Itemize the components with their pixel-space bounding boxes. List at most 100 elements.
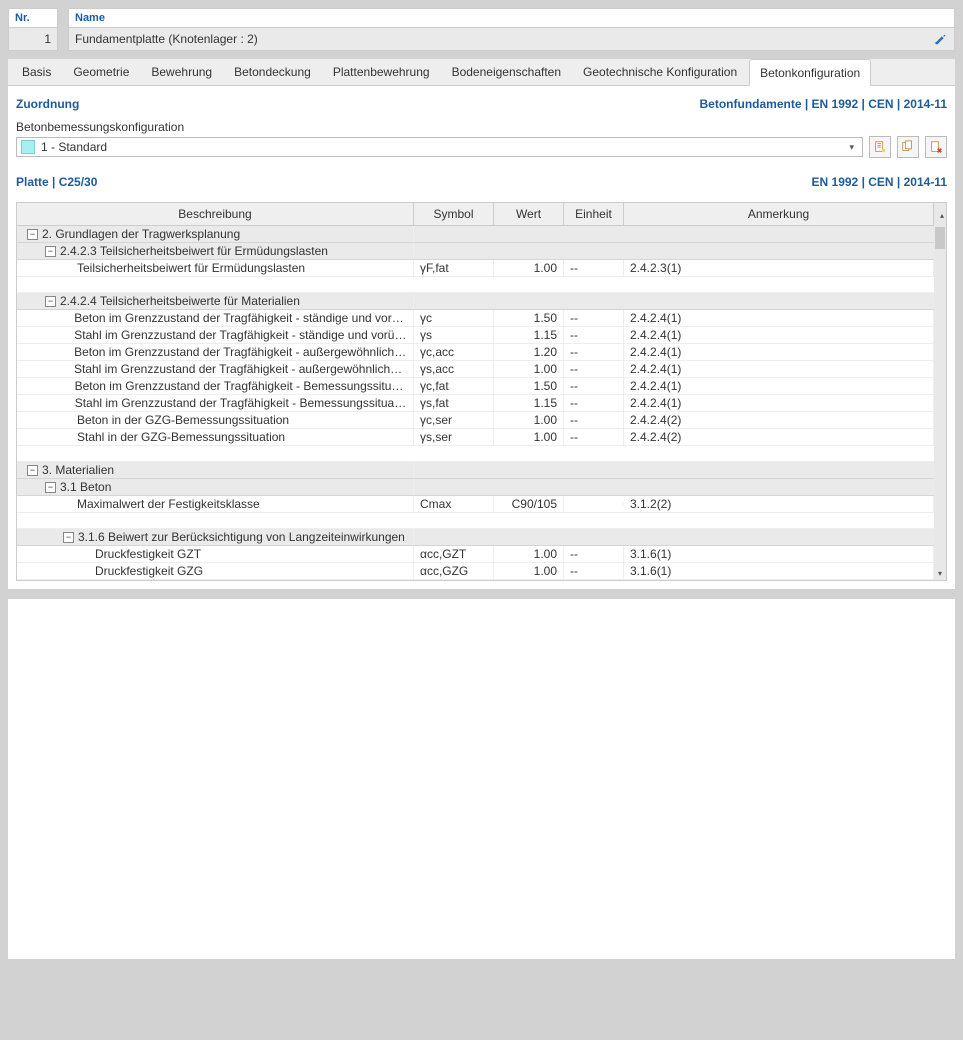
cell-beschreibung: Stahl im Grenzzustand der Tragfähigkeit … xyxy=(17,361,414,377)
data-row[interactable]: Stahl in der GZG-Bemessungssituationγs,s… xyxy=(17,429,946,446)
cell-wert xyxy=(494,486,564,488)
data-row[interactable]: Stahl im Grenzzustand der Tragfähigkeit … xyxy=(17,361,946,378)
data-row[interactable]: Teilsicherheitsbeiwert für Ermüdungslast… xyxy=(17,260,946,277)
data-row[interactable]: Maximalwert der FestigkeitsklasseCmaxC90… xyxy=(17,496,946,513)
collapse-toggle[interactable]: − xyxy=(27,465,38,476)
cell-wert[interactable]: 1.00 xyxy=(494,563,564,579)
name-value[interactable]: Fundamentplatte (Knotenlager : 2) xyxy=(69,28,930,50)
tab-betondeckung[interactable]: Betondeckung xyxy=(224,59,321,85)
cell-anmerkung: 2.4.2.4(1) xyxy=(624,378,934,394)
cell-wert[interactable]: 1.15 xyxy=(494,395,564,411)
row-label: 2. Grundlagen der Tragwerksplanung xyxy=(42,227,240,241)
name-label: Name xyxy=(69,9,954,27)
cell-wert[interactable]: 1.15 xyxy=(494,327,564,343)
config-dropdown[interactable]: 1 - Standard ▾ xyxy=(16,137,863,157)
data-row[interactable]: Beton im Grenzzustand der Tragfähigkeit … xyxy=(17,344,946,361)
cell-anmerkung: 2.4.2.4(1) xyxy=(624,395,934,411)
edit-name-button[interactable] xyxy=(930,29,952,49)
cell-wert[interactable]: 1.00 xyxy=(494,546,564,562)
group-row[interactable]: −3.1 Beton xyxy=(17,479,946,496)
cell-beschreibung: Beton im Grenzzustand der Tragfähigkeit … xyxy=(17,344,414,360)
cell-beschreibung: Stahl im Grenzzustand der Tragfähigkeit … xyxy=(17,327,414,343)
collapse-toggle[interactable]: − xyxy=(63,532,74,543)
cell-wert[interactable]: 1.50 xyxy=(494,378,564,394)
scroll-gutter-header: ▴ xyxy=(934,203,946,225)
cell-wert xyxy=(494,233,564,235)
cell-anmerkung: 2.4.2.4(1) xyxy=(624,344,934,360)
cell-wert xyxy=(494,536,564,538)
cell-einheit: -- xyxy=(564,361,624,377)
scrollbar-thumb[interactable] xyxy=(935,227,945,249)
lower-blank-panel xyxy=(8,599,955,959)
nr-value[interactable]: 1 xyxy=(9,28,57,50)
app-container: Nr. 1 Name Fundamentplatte (Knotenlager … xyxy=(0,0,963,967)
data-row[interactable]: Stahl im Grenzzustand der Tragfähigkeit … xyxy=(17,395,946,412)
col-wert[interactable]: Wert xyxy=(494,203,564,225)
col-einheit[interactable]: Einheit xyxy=(564,203,624,225)
cell-wert[interactable]: 1.00 xyxy=(494,412,564,428)
collapse-toggle[interactable]: − xyxy=(27,229,38,240)
data-grid: Beschreibung Symbol Wert Einheit Anmerku… xyxy=(16,202,947,581)
config-label: Betonbemessungskonfiguration xyxy=(16,120,947,134)
cell-wert xyxy=(494,469,564,471)
cell-wert[interactable]: C90/105 xyxy=(494,496,564,512)
spacer-row xyxy=(17,513,946,529)
cell-einheit: -- xyxy=(564,344,624,360)
cell-wert[interactable]: 1.00 xyxy=(494,260,564,276)
copy-config-button[interactable] xyxy=(897,136,919,158)
data-row[interactable]: Druckfestigkeit GZTαcc,GZT1.00--3.1.6(1) xyxy=(17,546,946,563)
cell-beschreibung: Stahl im Grenzzustand der Tragfähigkeit … xyxy=(17,395,414,411)
data-row[interactable]: Beton im Grenzzustand der Tragfähigkeit … xyxy=(17,378,946,395)
collapse-toggle[interactable]: − xyxy=(45,246,56,257)
cell-beschreibung: −2.4.2.4 Teilsicherheitsbeiwerte für Mat… xyxy=(17,293,414,309)
cell-anmerkung: 3.1.6(1) xyxy=(624,546,934,562)
tab-bewehrung[interactable]: Bewehrung xyxy=(141,59,222,85)
cell-symbol xyxy=(414,469,494,471)
group-row[interactable]: −2.4.2.3 Teilsicherheitsbeiwert für Ermü… xyxy=(17,243,946,260)
collapse-toggle[interactable]: − xyxy=(45,296,56,307)
cell-wert xyxy=(494,300,564,302)
row-label: Beton im Grenzzustand der Tragfähigkeit … xyxy=(75,379,407,393)
group-row[interactable]: −2. Grundlagen der Tragwerksplanung xyxy=(17,226,946,243)
row-label: Teilsicherheitsbeiwert für Ermüdungslast… xyxy=(77,261,305,275)
tab-geometrie[interactable]: Geometrie xyxy=(63,59,139,85)
cell-wert[interactable]: 1.50 xyxy=(494,310,564,326)
delete-config-button[interactable] xyxy=(925,136,947,158)
content-area: Zuordnung Betonfundamente | EN 1992 | CE… xyxy=(8,86,955,589)
col-symbol[interactable]: Symbol xyxy=(414,203,494,225)
tab-bar: BasisGeometrieBewehrungBetondeckungPlatt… xyxy=(8,59,955,86)
scroll-down-arrow-icon[interactable]: ▾ xyxy=(938,569,942,580)
tab-betonkonfiguration[interactable]: Betonkonfiguration xyxy=(749,59,871,86)
tab-plattenbewehrung[interactable]: Plattenbewehrung xyxy=(323,59,440,85)
cell-beschreibung: −3. Materialien xyxy=(17,462,414,478)
new-config-button[interactable] xyxy=(869,136,891,158)
cell-einheit: -- xyxy=(564,546,624,562)
color-swatch xyxy=(21,140,35,154)
group-row[interactable]: −3. Materialien xyxy=(17,462,946,479)
collapse-toggle[interactable]: − xyxy=(45,482,56,493)
tab-basis[interactable]: Basis xyxy=(12,59,61,85)
group-row[interactable]: −3.1.6 Beiwert zur Berücksichtigung von … xyxy=(17,529,946,546)
data-row[interactable]: Beton in der GZG-Bemessungssituationγc,s… xyxy=(17,412,946,429)
cell-wert xyxy=(494,250,564,252)
cell-einheit xyxy=(564,250,624,252)
col-beschreibung[interactable]: Beschreibung xyxy=(17,203,414,225)
row-label: Druckfestigkeit GZG xyxy=(95,564,203,578)
data-row[interactable]: Stahl im Grenzzustand der Tragfähigkeit … xyxy=(17,327,946,344)
nr-label: Nr. xyxy=(9,9,57,27)
col-anmerkung[interactable]: Anmerkung xyxy=(624,203,934,225)
cell-beschreibung: Beton in der GZG-Bemessungssituation xyxy=(17,412,414,428)
data-row[interactable]: Druckfestigkeit GZGαcc,GZG1.00--3.1.6(1) xyxy=(17,563,946,580)
row-label: Beton im Grenzzustand der Tragfähigkeit … xyxy=(74,311,407,325)
group-row[interactable]: −2.4.2.4 Teilsicherheitsbeiwerte für Mat… xyxy=(17,293,946,310)
data-row[interactable]: Beton im Grenzzustand der Tragfähigkeit … xyxy=(17,310,946,327)
tab-bodeneigenschaften[interactable]: Bodeneigenschaften xyxy=(442,59,571,85)
cell-wert[interactable]: 1.00 xyxy=(494,361,564,377)
cell-wert[interactable]: 1.20 xyxy=(494,344,564,360)
cell-wert[interactable]: 1.00 xyxy=(494,429,564,445)
grid-title-left: Platte | C25/30 xyxy=(16,175,97,189)
cell-einheit: -- xyxy=(564,429,624,445)
tab-geotechnische-konfiguration[interactable]: Geotechnische Konfiguration xyxy=(573,59,747,85)
vertical-scrollbar[interactable]: ▾ xyxy=(934,223,946,580)
cell-symbol: γc xyxy=(414,310,494,326)
